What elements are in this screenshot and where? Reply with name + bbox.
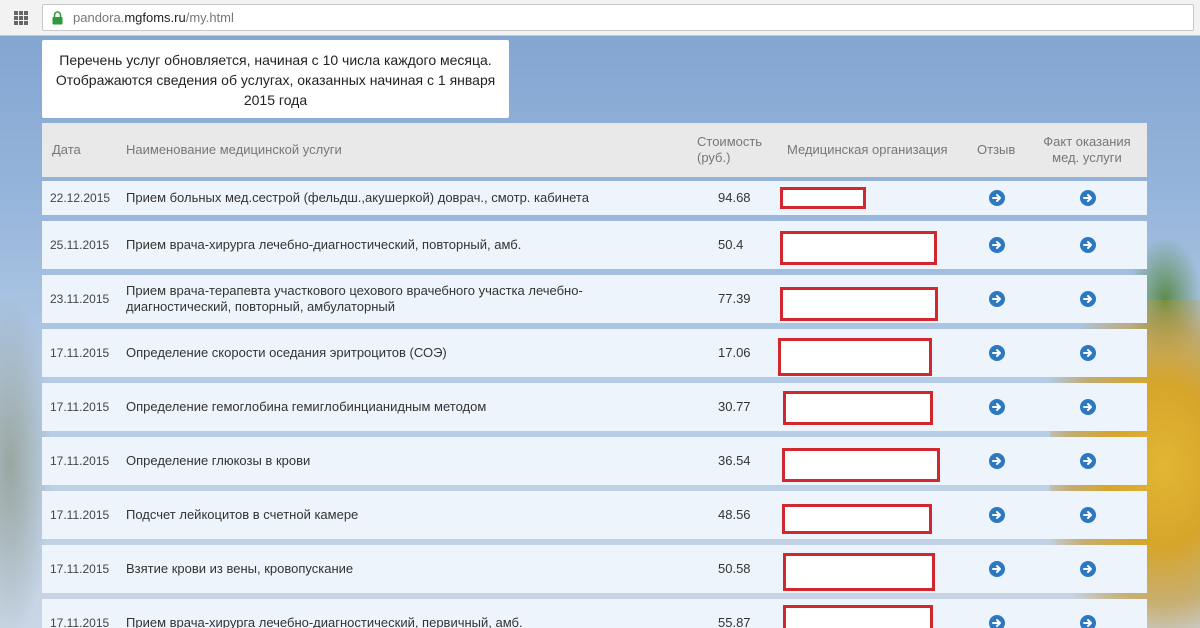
services-table: Дата Наименование медицинской услуги Сто… [42,123,1147,628]
cell-price: 50.4 [718,237,744,252]
review-arrow-icon[interactable] [989,507,1005,523]
cell-date: 22.12.2015 [50,191,111,205]
redacted-organization [783,605,933,628]
url-field[interactable]: pandora.mgfoms.ru/my.html [42,4,1194,31]
cell-date: 17.11.2015 [50,508,110,522]
table-row: 23.11.2015 Прием врача-терапевта участков… [42,275,1147,323]
header-service-name[interactable]: Наименование медицинской услуги [126,142,342,158]
cell-date: 17.11.2015 [50,454,110,468]
notice-text: Перечень услуг обновляется, начиная с 10… [55,52,496,108]
redacted-organization [782,448,940,482]
review-arrow-icon[interactable] [989,237,1005,253]
redacted-organization [782,504,932,534]
fact-arrow-icon[interactable] [1080,399,1096,415]
cell-date: 17.11.2015 [50,400,110,414]
review-arrow-icon[interactable] [989,399,1005,415]
cell-service-name: Прием больных мед.сестрой (фельдш.,акуше… [126,190,589,205]
redacted-organization [783,391,933,425]
header-fact[interactable]: Факт оказания мед. услуги [1042,134,1132,166]
cell-service-name: Определение скорости оседания эритроцито… [126,345,447,360]
table-row: 17.11.2015 Прием врача-хирурга лечебно-ди… [42,599,1147,628]
table-row: 17.11.2015 Определение скорости оседания … [42,329,1147,377]
url-text[interactable]: pandora.mgfoms.ru/my.html [73,10,234,25]
cell-service-name: Определение глюкозы в крови [126,453,311,468]
fact-arrow-icon[interactable] [1080,291,1096,307]
cell-date: 23.11.2015 [50,292,110,306]
cell-date: 17.11.2015 [50,616,110,628]
cell-date: 25.11.2015 [50,238,110,252]
fact-arrow-icon[interactable] [1080,615,1096,628]
cell-price: 94.68 [718,190,751,205]
review-arrow-icon[interactable] [989,291,1005,307]
fact-arrow-icon[interactable] [1080,507,1096,523]
redacted-organization [780,187,866,209]
cell-price: 36.54 [718,453,751,468]
table-row: 17.11.2015 Взятие крови из вены, кровопус… [42,545,1147,593]
review-arrow-icon[interactable] [989,453,1005,469]
header-price[interactable]: Стоимость (руб.) [697,134,762,166]
redacted-organization [780,287,938,321]
cell-service-name: Прием врача-хирурга лечебно-диагностичес… [126,615,523,628]
fact-arrow-icon[interactable] [1080,237,1096,253]
header-organization[interactable]: Медицинская организация [787,142,948,158]
cell-service-name: Прием врача-хирурга лечебно-диагностичес… [126,237,522,252]
table-row: 25.11.2015 Прием врача-хирурга лечебно-ди… [42,221,1147,269]
table-row: 17.11.2015 Определение гемоглобина гемигл… [42,383,1147,431]
table-header: Дата Наименование медицинской услуги Сто… [42,123,1147,177]
cell-price: 55.87 [718,615,751,628]
fact-arrow-icon[interactable] [1080,453,1096,469]
lock-icon [52,11,63,25]
fact-arrow-icon[interactable] [1080,345,1096,361]
redacted-organization [778,338,932,376]
review-arrow-icon[interactable] [989,345,1005,361]
table-row: 17.11.2015 Определение глюкозы в крови 36.… [42,437,1147,485]
cell-price: 48.56 [718,507,751,522]
fact-arrow-icon[interactable] [1080,190,1096,206]
cell-date: 17.11.2015 [50,346,110,360]
header-date[interactable]: Дата [52,142,81,158]
cell-service-name: Взятие крови из вены, кровопускание [126,561,354,576]
cell-price: 30.77 [718,399,751,414]
cell-service-name: Прием врача-терапевта участкового цехово… [126,283,583,314]
table-body: 22.12.2015 Прием больных мед.сестрой (фел… [42,181,1147,628]
header-review[interactable]: Отзыв [977,142,1015,158]
table-row: 17.11.2015 Подсчет лейкоцитов в счетной к… [42,491,1147,539]
browser-address-bar: pandora.mgfoms.ru/my.html [0,0,1200,36]
cell-service-name: Определение гемоглобина гемиглобинцианид… [126,399,487,414]
review-arrow-icon[interactable] [989,561,1005,577]
fact-arrow-icon[interactable] [1080,561,1096,577]
cell-date: 17.11.2015 [50,562,110,576]
redacted-organization [780,231,937,265]
apps-grid-icon[interactable] [14,11,28,25]
redacted-organization [783,553,935,591]
review-arrow-icon[interactable] [989,190,1005,206]
cell-price: 50.58 [718,561,751,576]
cell-price: 77.39 [718,291,751,306]
update-notice: Перечень услуг обновляется, начиная с 10… [42,40,509,118]
cell-price: 17.06 [718,345,751,360]
cell-service-name: Подсчет лейкоцитов в счетной камере [126,507,359,522]
review-arrow-icon[interactable] [989,615,1005,628]
table-row: 22.12.2015 Прием больных мед.сестрой (фел… [42,181,1147,215]
